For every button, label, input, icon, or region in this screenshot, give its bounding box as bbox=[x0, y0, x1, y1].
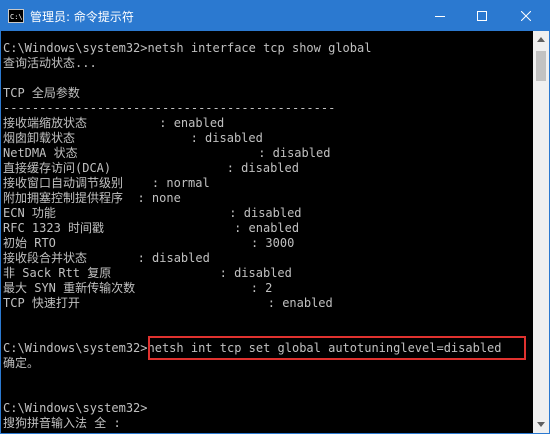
cmd-icon[interactable]: C:\ bbox=[8, 9, 24, 23]
console-line: C:\Windows\system32>netsh interface tcp … bbox=[3, 41, 372, 55]
console-line: 附加拥塞控制提供程序 : none bbox=[3, 191, 181, 205]
command-highlight-box bbox=[148, 336, 526, 360]
console-line: 烟囱卸载状态 : disabled bbox=[3, 131, 263, 145]
console-line: RFC 1323 时间戳 : enabled bbox=[3, 221, 300, 235]
scroll-thumb[interactable] bbox=[536, 51, 546, 81]
console-line: NetDMA 状态 : disabled bbox=[3, 146, 331, 160]
console-line: ECN 功能 : disabled bbox=[3, 206, 302, 220]
vertical-scrollbar[interactable] bbox=[533, 31, 549, 433]
minimize-icon bbox=[435, 16, 445, 17]
console-line: TCP 全局参数 bbox=[3, 86, 80, 100]
console-line: 直接缓存访问(DCA) : disabled bbox=[3, 161, 299, 175]
window-title: 管理员: 命令提示符 bbox=[30, 9, 134, 24]
console-line: 确定。 bbox=[3, 356, 40, 370]
console-line: 非 Sack Rtt 复原 : disabled bbox=[3, 266, 292, 280]
scroll-down-button[interactable] bbox=[533, 416, 549, 433]
command-prompt-window: C:\ 管理员: 命令提示符 C:\Windows\system32>netsh… bbox=[0, 0, 550, 434]
title-bar[interactable]: C:\ 管理员: 命令提示符 bbox=[1, 1, 549, 31]
minimize-button[interactable] bbox=[419, 1, 461, 31]
maximize-icon bbox=[477, 11, 487, 21]
console-line: 最大 SYN 重新传输次数 : 2 bbox=[3, 281, 273, 295]
console-output[interactable]: C:\Windows\system32>netsh interface tcp … bbox=[1, 31, 533, 433]
console-line: TCP 快速打开 : enabled bbox=[3, 296, 333, 310]
console-line: 接收端缩放状态 : enabled bbox=[3, 116, 225, 130]
chevron-down-icon bbox=[537, 422, 545, 427]
console-line: C:\Windows\system32> bbox=[3, 401, 148, 415]
console-line: 查询活动状态... bbox=[3, 56, 97, 70]
console-line: 接收段合并状态 : disabled bbox=[3, 251, 210, 265]
console-line: ----------------------------------------… bbox=[3, 101, 336, 115]
console-line: 初始 RTO : 3000 bbox=[3, 236, 295, 250]
console-line: 搜狗拼音输入法 全 : bbox=[3, 416, 121, 430]
close-icon bbox=[521, 11, 531, 21]
console-line: 接收窗口自动调节级别 : normal bbox=[3, 176, 210, 190]
scroll-up-button[interactable] bbox=[533, 31, 549, 48]
chevron-up-icon bbox=[537, 37, 545, 42]
maximize-button[interactable] bbox=[461, 1, 503, 31]
close-button[interactable] bbox=[503, 1, 549, 31]
